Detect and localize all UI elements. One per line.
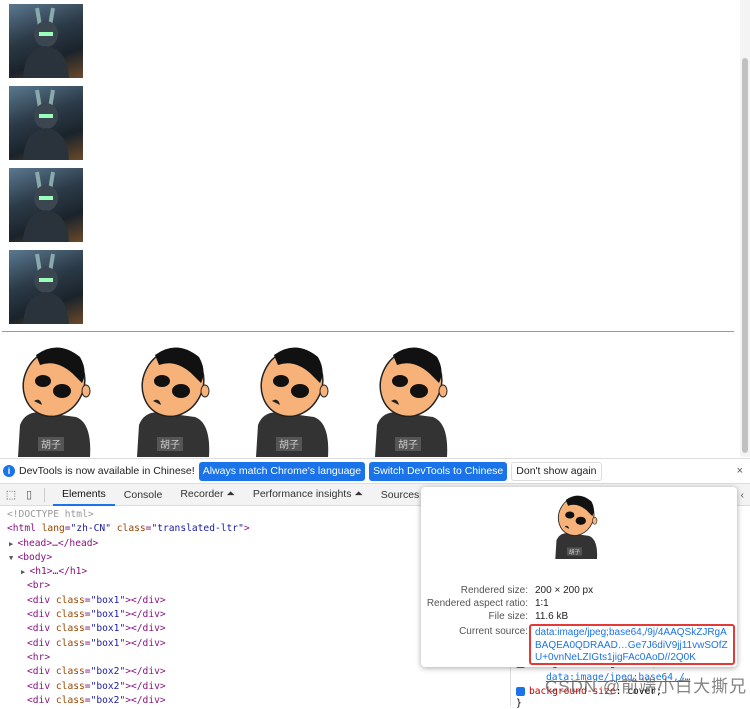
dom-node[interactable]: <div class="box2"></div> [0, 680, 510, 694]
tab-sources[interactable]: Sources [372, 484, 429, 506]
label: Rendered size: [460, 585, 528, 596]
dom-node-text: <div class="box2"></div> [27, 694, 166, 706]
svg-text:胡子: 胡子 [398, 438, 418, 451]
dom-node-text: <head>…</head> [17, 537, 99, 549]
box2-image: 胡子 [244, 343, 336, 457]
box1-image [9, 86, 83, 160]
rendered-page: 胡子 胡子 胡子 胡子 [0, 0, 740, 457]
dom-node-text: <div class="box2"></div> [27, 666, 166, 678]
dom-node-text: <body> [17, 551, 53, 563]
inspect-element-icon[interactable]: ⬚ [4, 488, 18, 502]
language-banner: i DevTools is now available in Chinese! … [0, 458, 750, 483]
dom-node[interactable]: <div class="box2"></div> [0, 694, 510, 708]
close-icon[interactable]: × [737, 465, 743, 477]
dom-node-text: <div class="box1"></div> [27, 609, 166, 621]
image-preview: 胡子 [543, 493, 607, 559]
switch-chinese-button[interactable]: Switch DevTools to Chinese [369, 461, 508, 481]
property-checkbox[interactable] [516, 687, 525, 696]
label: File size: [488, 611, 528, 622]
dont-show-again-button[interactable]: Don't show again [511, 461, 602, 481]
current-source-link[interactable]: data:image/jpeg;base64,/9j/4AAQSkZJRgABA… [529, 624, 735, 665]
svg-text:胡子: 胡子 [279, 438, 299, 451]
watermark: CSDN @前端小白大撕兄 [545, 677, 748, 696]
horizontal-rule [2, 331, 734, 332]
dom-node-text: <html lang="zh-CN" class="translated-ltr… [7, 523, 250, 535]
tab-performance-insights[interactable]: Performance insights ⏶ [244, 484, 372, 506]
svg-text:胡子: 胡子 [160, 438, 180, 451]
aspect-ratio: 1∶1 [535, 598, 549, 609]
box1-image [9, 168, 83, 242]
dom-node-text: <h1>…</h1> [29, 566, 88, 578]
dom-node-text: <div class="box2"></div> [27, 680, 166, 692]
page-scrollbar[interactable] [740, 0, 750, 457]
box2-image: 胡子 [6, 343, 98, 457]
banner-message: DevTools is now available in Chinese! [19, 465, 195, 477]
dom-node-text: <div class="box1"></div> [27, 637, 166, 649]
chevron-left-icon[interactable]: ‹ [741, 489, 745, 501]
label: Rendered aspect ratio: [426, 598, 528, 609]
svg-text:胡子: 胡子 [41, 438, 61, 451]
image-preview-tooltip: 胡子 Rendered size: 200 × 200 px Rendered a… [421, 487, 737, 667]
dom-node-text: <hr> [27, 651, 51, 663]
box2-image: 胡子 [363, 343, 455, 457]
tab-elements[interactable]: Elements [53, 484, 115, 506]
info-icon: i [3, 465, 15, 477]
rule-close-brace: } [516, 698, 522, 709]
file-size: 11.6 kB [535, 611, 569, 622]
dom-node-text: <!DOCTYPE html> [7, 509, 94, 520]
box1-image [9, 250, 83, 324]
tab-recorder[interactable]: Recorder ⏶ [171, 484, 244, 506]
match-language-button[interactable]: Always match Chrome's language [198, 461, 366, 481]
dom-node-text: <div class="box1"></div> [27, 594, 166, 606]
scrollbar-thumb[interactable] [742, 58, 748, 453]
box2-image: 胡子 [125, 343, 217, 457]
divider [44, 487, 45, 502]
dom-node-text: <br> [27, 580, 51, 592]
device-toolbar-icon[interactable]: ▯ [22, 488, 36, 502]
tab-console[interactable]: Console [115, 484, 172, 506]
rendered-size: 200 × 200 px [535, 585, 594, 596]
box1-image [9, 4, 83, 78]
dom-node[interactable]: <div class="box2"></div> [0, 665, 510, 679]
dom-node-text: <div class="box1"></div> [27, 623, 166, 635]
label: Current source: [459, 626, 528, 637]
